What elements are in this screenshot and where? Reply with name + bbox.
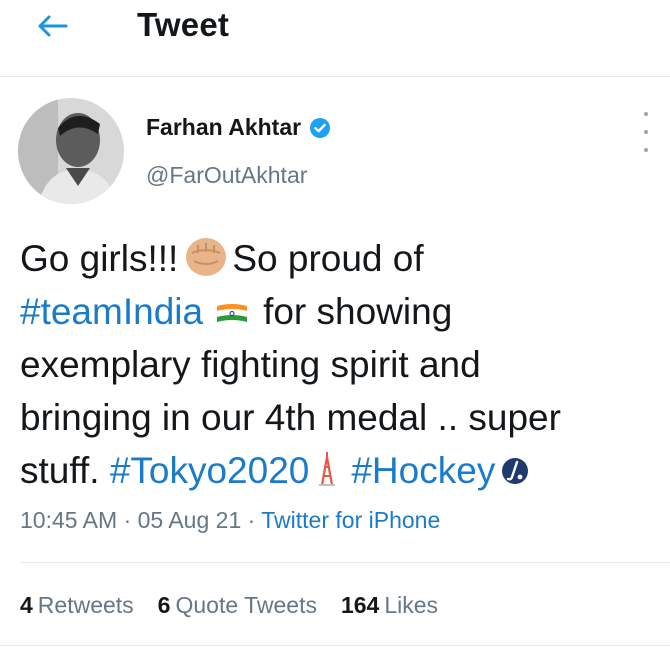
divider	[20, 562, 670, 563]
verified-badge-icon	[310, 117, 331, 138]
more-options-button[interactable]	[636, 112, 656, 152]
author-name: Farhan Akhtar	[146, 114, 302, 140]
india-flag-icon	[216, 304, 248, 322]
field-hockey-icon	[502, 458, 529, 484]
tweet-line: bringing in our 4th medal .. super	[20, 391, 660, 444]
more-dot-icon	[644, 112, 648, 116]
hashtag-link[interactable]: #Hockey	[351, 450, 495, 491]
retweets-label: Retweets	[37, 592, 134, 618]
retweets-stat[interactable]: 4 Retweets	[20, 592, 134, 619]
tweet-source-link[interactable]: Twitter for iPhone	[261, 507, 440, 533]
tweet-time: 10:45 AM	[20, 507, 118, 533]
tweet-text-segment: exemplary fighting spirit and	[20, 344, 481, 385]
tweet-text-segment: stuff.	[20, 450, 110, 491]
likes-count: 164	[340, 592, 380, 618]
tweet-line: #teamIndia for showing	[20, 285, 660, 338]
meta-separator: ·	[241, 507, 262, 533]
quote-tweets-count: 6	[157, 592, 171, 618]
hashtag-link[interactable]: #teamIndia	[20, 291, 203, 332]
tweet-text-segment: bringing in our 4th medal .. super	[20, 397, 561, 438]
tweet-text-segment: Go girls!!!	[20, 238, 179, 279]
tweet-line: stuff. #Tokyo2020 #Hockey	[20, 444, 660, 497]
tweet-line: exemplary fighting spirit and	[20, 338, 660, 391]
raised-fist-icon	[186, 238, 227, 276]
divider	[0, 645, 670, 646]
tweet-text-segment: for showing	[263, 291, 453, 332]
page-title: Tweet	[137, 6, 230, 43]
tweet-text: Go girls!!! So proud of #teamIndia for s…	[20, 232, 660, 497]
retweets-count: 4	[20, 592, 33, 618]
tweet-meta: 10:45 AM · 05 Aug 21 · Twitter for iPhon…	[20, 507, 440, 534]
tweet-line: Go girls!!! So proud of	[20, 232, 660, 285]
more-dot-icon	[644, 130, 648, 134]
tokyo-tower-icon	[319, 452, 336, 486]
meta-separator: ·	[117, 507, 138, 533]
profile-photo	[18, 98, 124, 204]
avatar[interactable]	[18, 98, 124, 204]
back-button[interactable]	[30, 8, 74, 44]
tweet-stats: 4 Retweets 6 Quote Tweets 164 Likes	[20, 592, 438, 619]
quote-tweets-stat[interactable]: 6 Quote Tweets	[158, 592, 317, 619]
likes-label: Likes	[384, 592, 439, 618]
likes-stat[interactable]: 164 Likes	[341, 592, 438, 619]
back-arrow-icon	[38, 15, 68, 37]
tweet-date: 05 Aug 21	[137, 507, 242, 533]
top-bar: Tweet	[0, 0, 670, 77]
author-handle[interactable]: @FarOutAkhtar	[146, 162, 307, 189]
more-dot-icon	[644, 148, 648, 152]
tweet-text-segment: So proud of	[232, 238, 424, 279]
hashtag-link[interactable]: #Tokyo2020	[110, 450, 310, 491]
quote-tweets-label: Quote Tweets	[175, 592, 317, 618]
author-name-row[interactable]: Farhan Akhtar	[146, 114, 331, 141]
